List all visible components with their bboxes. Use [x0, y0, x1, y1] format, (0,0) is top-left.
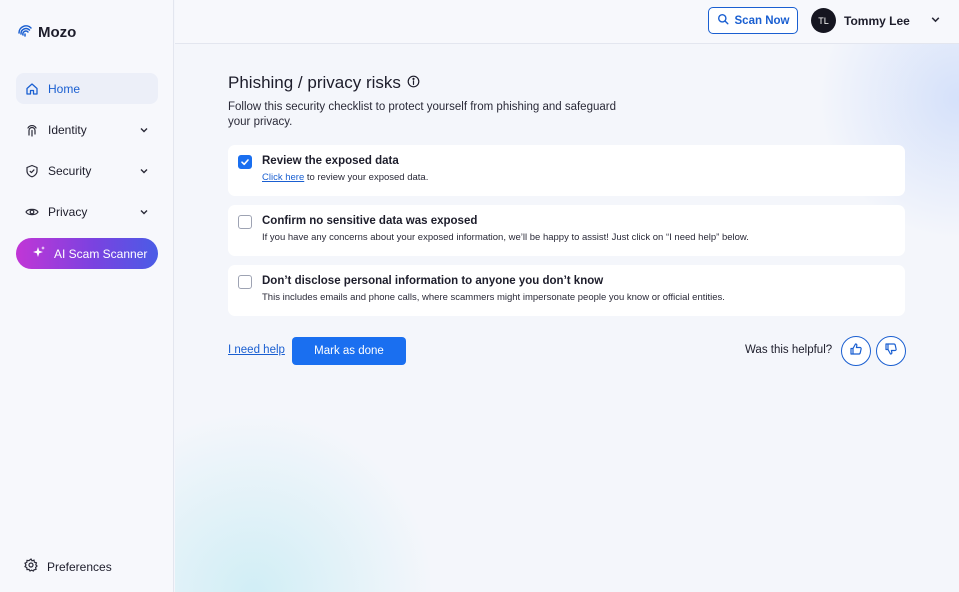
checklist-item-desc: Click here to review your exposed data. [262, 172, 905, 183]
fingerprint-icon [24, 122, 40, 138]
page-title: Phishing / privacy risks [228, 73, 420, 93]
checklist-item: Confirm no sensitive data was exposed If… [228, 205, 905, 256]
checklist-checkbox[interactable] [238, 155, 252, 169]
thumbs-up-button[interactable] [841, 336, 871, 366]
thumbs-down-icon [884, 342, 898, 361]
ai-scam-scanner-button[interactable]: AI Scam Scanner [16, 238, 158, 269]
home-icon [24, 81, 40, 97]
sidebar-item-label: Privacy [48, 204, 88, 219]
gear-icon [24, 558, 38, 575]
sidebar-item-label: Identity [48, 122, 87, 137]
chevron-down-icon [138, 206, 150, 218]
sidebar-item-label: Home [48, 81, 81, 96]
chevron-down-icon [930, 12, 941, 30]
sidebar-item-identity[interactable]: Identity [16, 114, 158, 145]
chevron-down-icon [138, 124, 150, 136]
brand-name: Mozo [38, 23, 77, 41]
checklist-item-title: Confirm no sensitive data was exposed [262, 215, 478, 227]
scan-now-label: Scan Now [734, 14, 790, 27]
scan-icon [717, 13, 729, 28]
mozo-logo-icon [16, 21, 34, 44]
checklist-item-title: Don’t disclose personal information to a… [262, 275, 604, 287]
checklist-checkbox[interactable] [238, 275, 252, 289]
preferences-label: Preferences [47, 559, 112, 574]
checklist-item-desc: If you have any concerns about your expo… [262, 232, 749, 243]
checklist-item-title: Review the exposed data [262, 155, 399, 167]
preferences-link[interactable]: Preferences [24, 558, 112, 575]
helpful-label: Was this helpful? [745, 344, 833, 356]
avatar: TL [811, 8, 836, 33]
sidebar-nav: Home Identity Security Privacy [16, 73, 158, 237]
sidebar-item-label: Security [48, 163, 92, 178]
checklist-item-desc-text: to review your exposed data. [304, 172, 429, 183]
user-menu[interactable]: TL Tommy Lee [811, 8, 941, 33]
shield-icon [24, 163, 40, 179]
eye-icon [24, 204, 40, 220]
scan-now-button[interactable]: Scan Now [708, 7, 798, 34]
checklist-item-desc: This includes emails and phone calls, wh… [262, 292, 725, 303]
brand-logo[interactable]: Mozo [16, 22, 76, 42]
page-subtitle: Follow this security checklist to protec… [228, 101, 616, 128]
checklist-item: Don’t disclose personal information to a… [228, 265, 905, 316]
sidebar-item-home[interactable]: Home [16, 73, 158, 104]
sidebar-item-security[interactable]: Security [16, 155, 158, 186]
click-here-link[interactable]: Click here [262, 172, 304, 183]
sparkle-icon [32, 245, 46, 262]
sidebar: Mozo Home Identity Security Privacy AI S… [0, 0, 174, 592]
page-title-text: Phishing / privacy risks [228, 73, 401, 92]
checklist-checkbox[interactable] [238, 215, 252, 229]
checklist-item: Review the exposed data Click here to re… [228, 145, 905, 196]
thumbs-up-icon [849, 342, 863, 361]
top-bar: Scan Now TL Tommy Lee [175, 0, 959, 44]
ai-scam-scanner-label: AI Scam Scanner [54, 246, 148, 261]
mark-as-done-button[interactable]: Mark as done [292, 337, 406, 365]
user-name: Tommy Lee [844, 13, 910, 28]
info-icon[interactable] [407, 73, 420, 93]
thumbs-down-button[interactable] [876, 336, 906, 366]
check-icon [241, 159, 249, 166]
chevron-down-icon [138, 165, 150, 177]
i-need-help-link[interactable]: I need help [228, 344, 285, 356]
sidebar-item-privacy[interactable]: Privacy [16, 196, 158, 227]
